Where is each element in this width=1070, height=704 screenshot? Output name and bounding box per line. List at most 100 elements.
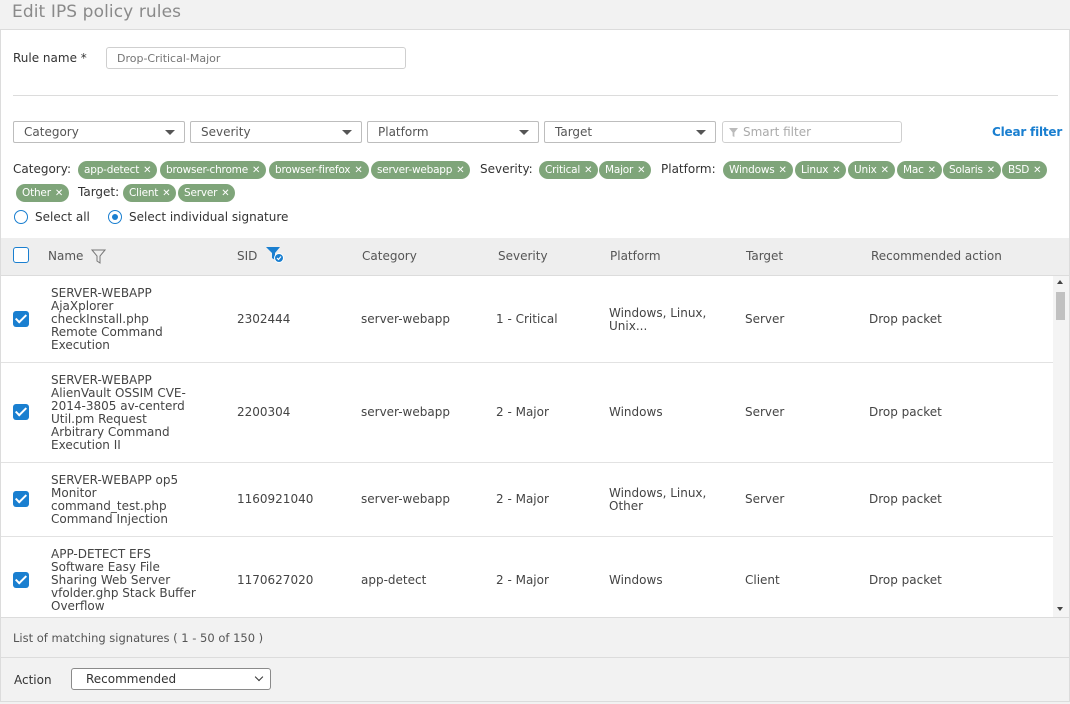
signature-target: Server <box>745 312 785 326</box>
table-row[interactable]: SERVER-WEBAPP AjaXplorer checkInstall.php R… <box>1 276 1053 363</box>
platform-dropdown[interactable]: Platform <box>367 121 539 143</box>
row-checkbox[interactable] <box>13 572 29 588</box>
remove-icon[interactable]: ✕ <box>928 165 936 176</box>
signature-name: APP-DETECT EFS Software Easy File Sharing … <box>51 547 196 613</box>
chevron-down-icon <box>254 672 264 682</box>
remove-icon[interactable]: ✕ <box>354 165 362 176</box>
severity-filter-label: Severity: <box>480 162 533 176</box>
scroll-up-icon[interactable] <box>1057 280 1063 284</box>
column-category[interactable]: Category <box>362 249 417 263</box>
row-checkbox[interactable] <box>13 404 29 420</box>
action-label: Action <box>14 673 52 687</box>
row-checkbox[interactable] <box>13 311 29 327</box>
chip-mac[interactable]: Mac ✕ <box>897 161 942 179</box>
select-all-radio[interactable] <box>14 210 28 224</box>
chip-major[interactable]: Major ✕ <box>599 161 652 179</box>
remove-icon[interactable]: ✕ <box>832 165 840 176</box>
caret-down-icon <box>342 130 352 135</box>
caret-down-icon <box>696 130 706 135</box>
chip-app-detect[interactable]: app-detect ✕ <box>78 161 158 179</box>
remove-icon[interactable]: ✕ <box>637 165 645 176</box>
table-scrollbar[interactable] <box>1053 276 1069 617</box>
remove-icon[interactable]: ✕ <box>162 188 170 199</box>
filter-icon[interactable] <box>91 249 106 264</box>
column-target[interactable]: Target <box>746 249 783 263</box>
chip-browser-chrome[interactable]: browser-chrome ✕ <box>160 161 267 179</box>
column-recommended-action[interactable]: Recommended action <box>871 249 1002 263</box>
chip-linux[interactable]: Linux ✕ <box>795 161 847 179</box>
select-all-label: Select all <box>35 210 90 224</box>
chip-unix[interactable]: Unix ✕ <box>848 161 895 179</box>
signature-severity: 2 - Major <box>496 573 549 587</box>
column-platform[interactable]: Platform <box>610 249 661 263</box>
chip-solaris[interactable]: Solaris ✕ <box>943 161 1001 179</box>
edit-rule-panel: Rule name * Category Severity Platform T… <box>0 29 1070 702</box>
table-header: Name SID Category Severity Platform Targ… <box>1 238 1069 276</box>
smart-filter-input[interactable]: Smart filter <box>722 121 902 143</box>
chip-server[interactable]: Server ✕ <box>178 184 236 202</box>
remove-icon[interactable]: ✕ <box>456 165 464 176</box>
column-severity[interactable]: Severity <box>498 249 548 263</box>
table-row[interactable]: APP-DETECT EFS Software Easy File Sharing … <box>1 537 1053 617</box>
caret-down-icon <box>165 130 175 135</box>
chip-client[interactable]: Client ✕ <box>123 184 177 202</box>
signature-action: Drop packet <box>869 573 942 587</box>
signature-target: Server <box>745 492 785 506</box>
signature-name: SERVER-WEBAPP AjaXplorer checkInstall.php R… <box>51 286 163 352</box>
remove-icon[interactable]: ✕ <box>143 165 151 176</box>
remove-icon[interactable]: ✕ <box>221 188 229 199</box>
remove-icon[interactable]: ✕ <box>778 165 786 176</box>
select-individual-radio[interactable] <box>108 210 122 224</box>
signature-name: SERVER-WEBAPP AlienVault OSSIM CVE- 2014-3… <box>51 373 186 452</box>
chip-windows[interactable]: Windows ✕ <box>723 161 793 179</box>
signature-sid: 2302444 <box>237 312 291 326</box>
row-checkbox[interactable] <box>13 491 29 507</box>
target-dropdown[interactable]: Target <box>544 121 716 143</box>
signature-platform: Windows <box>609 573 663 587</box>
clear-filter-link[interactable]: Clear filter <box>992 125 1062 139</box>
page-title: Edit IPS policy rules <box>12 2 182 22</box>
column-sid[interactable]: SID <box>237 249 257 263</box>
remove-icon[interactable]: ✕ <box>881 165 889 176</box>
chip-critical[interactable]: Critical ✕ <box>539 161 599 179</box>
target-filter-label: Target: <box>78 185 120 199</box>
select-individual-label: Select individual signature <box>129 210 289 224</box>
signature-target: Server <box>745 405 785 419</box>
scrollbar-thumb[interactable] <box>1056 292 1065 320</box>
signature-sid: 2200304 <box>237 405 291 419</box>
table-footer: List of matching signatures ( 1 - 50 of … <box>1 617 1069 657</box>
signature-table-body: SERVER-WEBAPP AjaXplorer checkInstall.php R… <box>1 276 1053 617</box>
matching-signatures-status: List of matching signatures ( 1 - 50 of … <box>13 631 264 645</box>
table-row[interactable]: SERVER-WEBAPP op5 Monitor command_test.php… <box>1 463 1053 537</box>
remove-icon[interactable]: ✕ <box>252 165 260 176</box>
filter-active-icon[interactable] <box>265 246 285 264</box>
signature-action: Drop packet <box>869 312 942 326</box>
action-select[interactable]: Recommended <box>71 668 271 690</box>
remove-icon[interactable]: ✕ <box>987 165 995 176</box>
select-all-checkbox[interactable] <box>13 247 29 263</box>
severity-dropdown[interactable]: Severity <box>190 121 362 143</box>
signature-platform: Windows, Linux, Other <box>609 486 707 513</box>
signature-severity: 2 - Major <box>496 492 549 506</box>
rule-name-label: Rule name * <box>13 51 87 65</box>
signature-sid: 1160921040 <box>237 492 314 506</box>
chip-browser-firefox[interactable]: browser-firefox ✕ <box>269 161 369 179</box>
signature-sid: 1170627020 <box>237 573 314 587</box>
signature-platform: Windows, Linux, Unix... <box>609 306 707 333</box>
rule-name-input[interactable] <box>106 47 406 69</box>
signature-name: SERVER-WEBAPP op5 Monitor command_test.php… <box>51 473 179 526</box>
category-dropdown[interactable]: Category <box>13 121 185 143</box>
table-row[interactable]: SERVER-WEBAPP AlienVault OSSIM CVE- 2014-3… <box>1 363 1053 463</box>
remove-icon[interactable]: ✕ <box>584 165 592 176</box>
remove-icon[interactable]: ✕ <box>55 188 63 199</box>
chip-bsd[interactable]: BSD ✕ <box>1002 161 1048 179</box>
caret-down-icon <box>519 130 529 135</box>
chip-other[interactable]: Other ✕ <box>16 184 70 202</box>
column-name[interactable]: Name <box>48 249 83 263</box>
signature-severity: 1 - Critical <box>496 312 558 326</box>
signature-severity: 2 - Major <box>496 405 549 419</box>
platform-filter-label: Platform: <box>661 162 716 176</box>
scroll-down-icon[interactable] <box>1057 607 1063 611</box>
remove-icon[interactable]: ✕ <box>1033 165 1041 176</box>
chip-server-webapp[interactable]: server-webapp ✕ <box>371 161 471 179</box>
